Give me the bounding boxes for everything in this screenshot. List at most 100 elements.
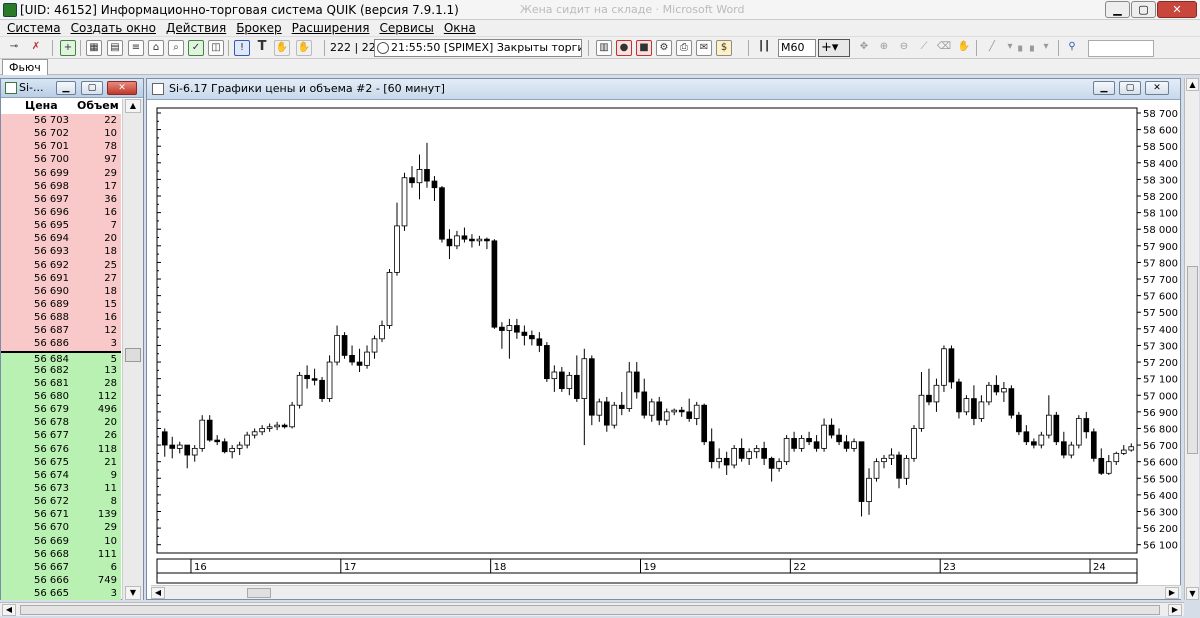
zoom-out-icon[interactable]: ⊖ — [896, 40, 912, 56]
bid-row[interactable]: 56 668 111 — [1, 547, 121, 561]
minimize-button[interactable]: ▁ — [1105, 1, 1130, 18]
bid-row[interactable]: 56 667 6 — [1, 560, 121, 574]
eraser-icon[interactable]: ⌫ — [936, 40, 952, 56]
mail-icon[interactable]: ✉ — [696, 40, 712, 56]
new-order-icon[interactable]: + — [60, 40, 76, 56]
coins-icon[interactable]: $ — [716, 40, 732, 56]
bid-row[interactable]: 56 666 749 — [1, 573, 121, 588]
chart-maximize-button[interactable]: ▢ — [1119, 81, 1141, 95]
bid-row[interactable]: 56 669 10 — [1, 534, 121, 548]
bid-row[interactable]: 56 675 21 — [1, 455, 121, 469]
bid-row[interactable]: 56 684 5 — [1, 350, 121, 365]
move-icon[interactable]: ✥ — [856, 40, 872, 56]
settings-doc-icon[interactable]: ⚙ — [656, 40, 672, 56]
ask-row[interactable]: 56 686 3 — [1, 337, 121, 351]
ask-row[interactable]: 56 700 97 — [1, 153, 121, 167]
info-icon[interactable]: ! — [234, 40, 250, 56]
menu-windows[interactable]: Окна — [439, 20, 481, 36]
chart-scroll-thumb[interactable] — [247, 588, 271, 598]
bid-row[interactable]: 56 678 20 — [1, 416, 121, 430]
ask-row[interactable]: 56 693 18 — [1, 245, 121, 259]
orderbook-maximize-button[interactable]: ▢ — [81, 81, 103, 95]
quotes-icon[interactable]: ▤ — [107, 40, 123, 56]
line-tool-icon[interactable]: ╱ — [984, 40, 1000, 56]
chart-new-icon[interactable]: ▥ — [596, 40, 612, 56]
workspace-horizontal-scrollbar[interactable]: ◀ ▶ — [0, 602, 1184, 616]
chart-titlebar[interactable]: Si-6.17 Графики цены и объема #2 - [60 м… — [147, 79, 1180, 100]
orderbook-close-button[interactable]: ✕ — [107, 81, 137, 95]
ask-row[interactable]: 56 688 16 — [1, 311, 121, 325]
ask-row[interactable]: 56 697 36 — [1, 192, 121, 206]
ws-scroll-right-icon[interactable]: ▶ — [1168, 604, 1182, 616]
bid-row[interactable]: 56 679 496 — [1, 403, 121, 417]
indicators-dropdown-icon[interactable]: ▾ — [1038, 40, 1054, 56]
bid-row[interactable]: 56 674 9 — [1, 468, 121, 482]
bid-row[interactable]: 56 672 8 — [1, 495, 121, 509]
close-button[interactable]: ✕ — [1157, 1, 1197, 18]
indicators-icon[interactable]: ▖▗ — [1018, 40, 1034, 56]
crosshair-tool[interactable]: +▾ — [818, 39, 850, 57]
bid-row[interactable]: 56 676 118 — [1, 442, 121, 456]
price-chart[interactable]: 56 100 56 200 56 300 56 400 56 500 56 600 56 7… — [147, 100, 1180, 584]
bid-row[interactable]: 56 680 112 — [1, 389, 121, 404]
orderbook-scroll-thumb[interactable] — [125, 348, 141, 362]
ask-row[interactable]: 56 694 20 — [1, 232, 121, 246]
bid-row[interactable]: 56 677 26 — [1, 429, 121, 443]
ask-row[interactable]: 56 687 12 — [1, 324, 121, 338]
timeframe-select[interactable]: M60 — [778, 39, 816, 57]
tab-futures[interactable]: Фьюч — [2, 59, 48, 75]
chart-scroll-right-icon[interactable]: ▶ — [1165, 587, 1179, 599]
orderbook-titlebar[interactable]: Si-... ▁ ▢ ✕ — [1, 79, 143, 98]
deals-icon[interactable]: ✓ — [188, 40, 204, 56]
bid-row[interactable]: 56 670 29 — [1, 521, 121, 535]
ask-row[interactable]: 56 689 15 — [1, 297, 121, 312]
alert-icon[interactable]: ● — [616, 40, 632, 56]
ws-scroll-left-icon[interactable]: ◀ — [2, 604, 16, 616]
ask-row[interactable]: 56 696 16 — [1, 205, 121, 220]
orderbook-minimize-button[interactable]: ▁ — [56, 81, 76, 95]
stop-order-icon[interactable]: ■ — [636, 40, 652, 56]
menu-actions[interactable]: Действия — [161, 20, 231, 36]
portfolio-icon[interactable]: ⌂ — [148, 40, 164, 56]
bid-row[interactable]: 56 682 13 — [1, 363, 121, 377]
bid-row[interactable]: 56 665 3 — [1, 587, 121, 600]
status-message-box[interactable]: 21:55:50 [SPIMEX] Закрыты торги на бир..… — [374, 39, 582, 57]
bar-chart-icon[interactable]: ┃┃ — [756, 40, 772, 56]
ask-row[interactable]: 56 699 29 — [1, 166, 121, 180]
ws-hscroll-thumb[interactable] — [20, 605, 1160, 615]
menu-create-window[interactable]: Создать окно — [66, 20, 161, 36]
text-tool-icon[interactable]: T — [254, 40, 270, 56]
pan-icon[interactable]: ✋ — [296, 40, 312, 56]
ask-row[interactable]: 56 692 25 — [1, 258, 121, 272]
connect-icon[interactable]: ⊸ — [6, 40, 22, 56]
zoom-in-icon[interactable]: ⊕ — [876, 40, 892, 56]
ask-row[interactable]: 56 698 17 — [1, 179, 121, 193]
ws-scroll-down-icon[interactable]: ▼ — [1186, 587, 1199, 600]
list-icon[interactable]: ≡ — [128, 40, 144, 56]
ws-vscroll-thumb[interactable] — [1187, 266, 1198, 454]
scroll-down-icon[interactable]: ▼ — [125, 586, 141, 600]
print-icon[interactable]: ⎙ — [676, 40, 692, 56]
ruler-icon[interactable]: ⟋ — [916, 40, 932, 56]
trades-icon[interactable]: ◫ — [208, 40, 224, 56]
chart-close-button[interactable]: ✕ — [1145, 81, 1169, 95]
menu-extensions[interactable]: Расширения — [287, 20, 375, 36]
maximize-button[interactable]: ▢ — [1131, 1, 1156, 18]
workspace-vertical-scrollbar[interactable]: ▲ ▼ — [1184, 78, 1199, 600]
ask-row[interactable]: 56 703 22 — [1, 114, 121, 128]
hand-icon[interactable]: ✋ — [274, 40, 290, 56]
chart-minimize-button[interactable]: ▁ — [1093, 81, 1115, 95]
order-search-icon[interactable]: ⌕ — [168, 40, 184, 56]
search-input[interactable] — [1088, 40, 1154, 57]
scroll-up-icon[interactable]: ▲ — [125, 99, 141, 113]
line-dropdown-icon[interactable]: ▾ — [1002, 40, 1018, 56]
grab-icon[interactable]: ✋ — [956, 40, 972, 56]
bid-row[interactable]: 56 681 28 — [1, 376, 121, 390]
menu-system[interactable]: Система — [2, 20, 66, 36]
search-icon[interactable]: ⚲ — [1064, 40, 1080, 56]
bid-row[interactable]: 56 673 11 — [1, 481, 121, 496]
table-icon[interactable]: ▦ — [86, 40, 102, 56]
ask-row[interactable]: 56 695 7 — [1, 219, 121, 233]
disconnect-icon[interactable]: ✗ — [28, 40, 44, 56]
chart-scrollbar[interactable]: ◀ ▶ — [151, 585, 1181, 599]
